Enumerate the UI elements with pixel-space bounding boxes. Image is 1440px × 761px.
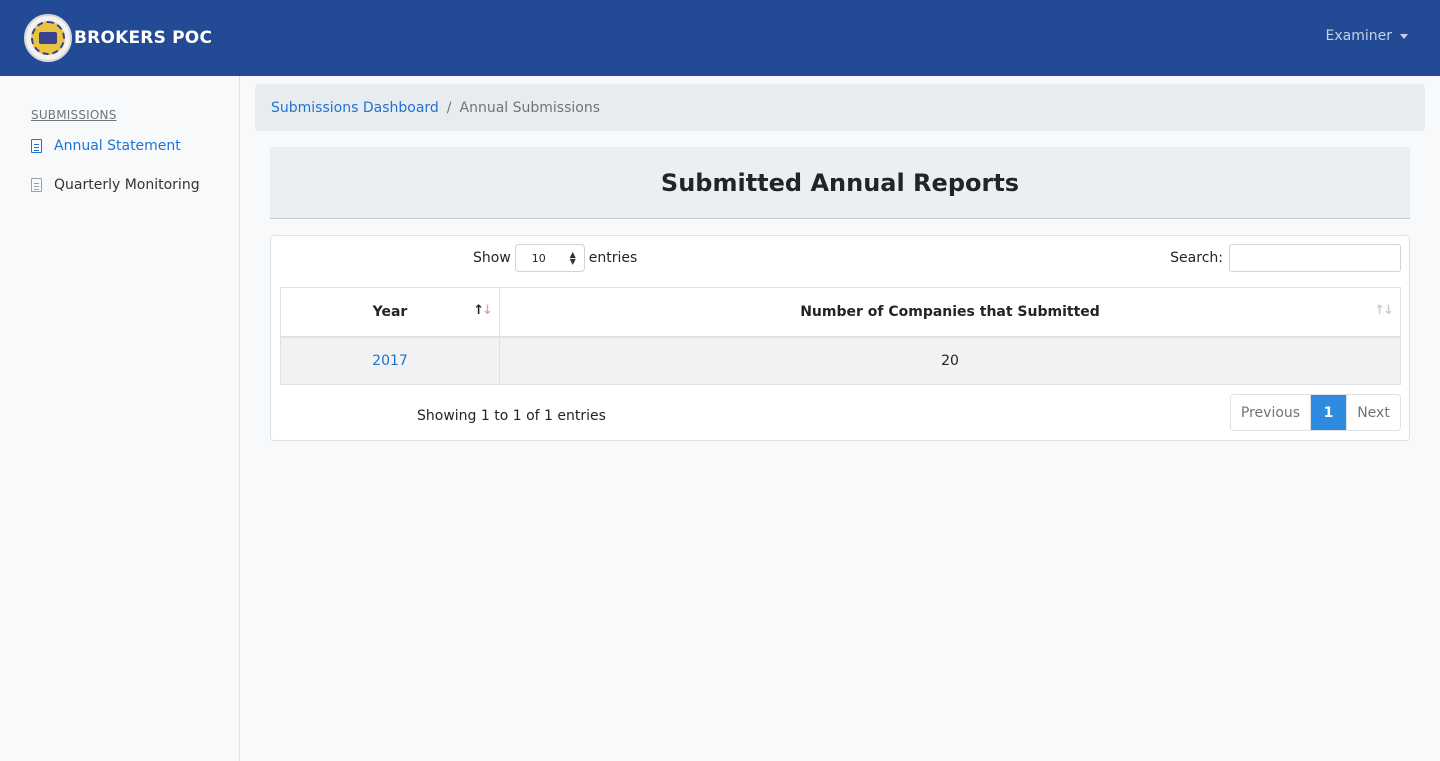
entries-label: entries: [588, 250, 638, 266]
breadcrumb-current: Annual Submissions: [459, 99, 601, 116]
sidebar: SUBMISSIONS Annual Statement Quarterly M…: [0, 76, 240, 761]
table-info: Showing 1 to 1 of 1 entries: [417, 408, 606, 424]
page-title: Submitted Annual Reports: [660, 168, 1020, 197]
sidebar-item-label: Annual Statement: [54, 138, 181, 154]
sidebar-item-label: Quarterly Monitoring: [54, 177, 200, 193]
page-header: Submitted Annual Reports: [270, 147, 1410, 219]
sidebar-heading: SUBMISSIONS: [31, 108, 117, 122]
select-arrows-icon: ▲ ▼: [569, 250, 576, 266]
document-icon: [31, 139, 42, 153]
brand-title: BROKERS POC: [74, 28, 213, 48]
user-name: Examiner: [1325, 28, 1392, 44]
top-navbar: BROKERS POC Examiner: [0, 0, 1440, 76]
submissions-table: Year ↑↓ Number of Companies that Submitt…: [280, 287, 1401, 385]
previous-page-button[interactable]: Previous: [1231, 395, 1311, 430]
column-header-label: Year: [372, 303, 408, 320]
column-header-companies[interactable]: Number of Companies that Submitted ↑↓: [499, 287, 1401, 338]
breadcrumb: Submissions Dashboard / Annual Submissio…: [255, 84, 1425, 131]
pagination: Previous 1 Next: [1230, 394, 1401, 431]
column-header-year[interactable]: Year ↑↓: [280, 287, 500, 338]
page-1-button[interactable]: 1: [1311, 395, 1346, 430]
sort-neutral-icon: ↑↓: [1374, 303, 1394, 318]
caret-down-icon: [1400, 33, 1408, 39]
search-label: Search:: [1170, 250, 1223, 266]
entries-length-control: Show 10 ▲ ▼ entries: [473, 244, 637, 272]
cell-count: 20: [499, 336, 1401, 385]
entries-select-value: 10: [531, 251, 546, 265]
seal-logo-icon: [24, 14, 72, 62]
table-header-row: Year ↑↓ Number of Companies that Submitt…: [280, 287, 1401, 338]
breadcrumb-separator: /: [446, 99, 452, 116]
entries-select[interactable]: 10 ▲ ▼: [514, 244, 585, 272]
user-dropdown[interactable]: Examiner: [1326, 28, 1408, 44]
sidebar-item-quarterly-monitoring[interactable]: Quarterly Monitoring: [31, 177, 200, 193]
search-control: Search:: [1170, 244, 1401, 272]
year-link[interactable]: 2017: [372, 353, 408, 369]
document-icon: [31, 178, 42, 192]
table-row: 2017 20: [280, 336, 1401, 385]
breadcrumb-link-dashboard[interactable]: Submissions Dashboard: [271, 100, 439, 116]
sort-ascending-icon: ↑↓: [473, 303, 493, 318]
sidebar-item-annual-statement[interactable]: Annual Statement: [31, 138, 181, 154]
column-header-label: Number of Companies that Submitted: [800, 303, 1100, 320]
brand-link[interactable]: BROKERS POC: [24, 14, 212, 62]
next-page-button[interactable]: Next: [1346, 395, 1400, 430]
table-card: Show 10 ▲ ▼ entries Search: Year ↑↓ Numbe…: [270, 235, 1410, 441]
search-input[interactable]: [1229, 244, 1401, 272]
show-label: Show: [473, 250, 511, 266]
cell-year: 2017: [280, 336, 500, 385]
